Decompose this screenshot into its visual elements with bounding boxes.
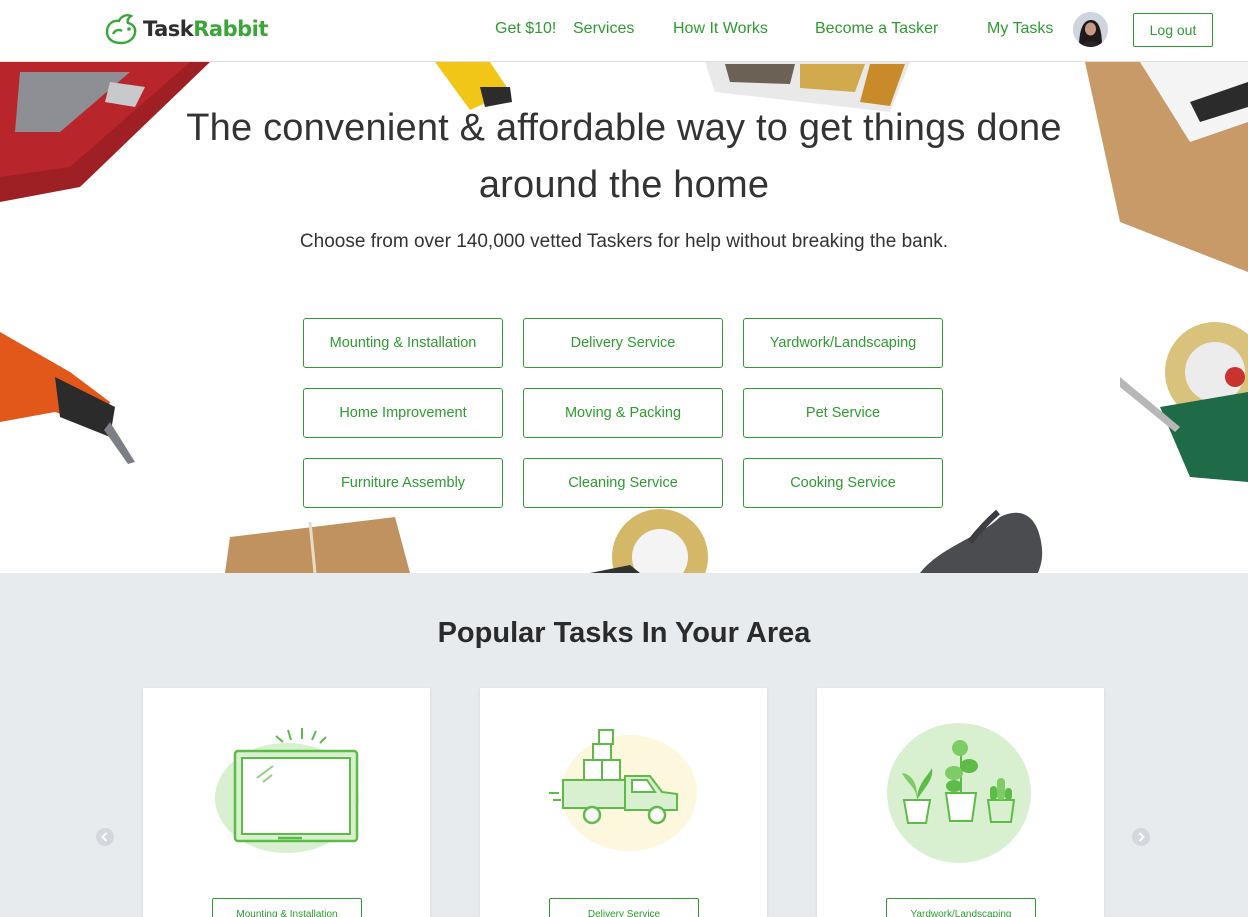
nav-become-a-tasker[interactable]: Become a Tasker xyxy=(815,20,938,38)
chevron-right-icon xyxy=(1138,832,1145,842)
category-yardwork-landscaping-button[interactable]: Yardwork/Landscaping xyxy=(743,318,943,368)
category-pet-service-button[interactable]: Pet Service xyxy=(743,388,943,438)
taskrabbit-logo[interactable]: TaskRabbit xyxy=(103,12,268,46)
logo-wordmark: TaskRabbit xyxy=(143,17,268,41)
task-card-yardwork-button[interactable]: Yardwork/Landscaping xyxy=(886,898,1036,917)
popular-tasks-section: Popular Tasks In Your Area Mounting & In… xyxy=(0,573,1248,917)
work-glove-image xyxy=(920,509,1043,573)
category-mounting-installation-button[interactable]: Mounting & Installation xyxy=(303,318,503,368)
popular-tasks-title: Popular Tasks In Your Area xyxy=(437,617,811,649)
carousel-next-button[interactable] xyxy=(1132,828,1150,846)
logout-button[interactable]: Log out xyxy=(1133,13,1213,47)
category-furniture-assembly-button[interactable]: Furniture Assembly xyxy=(303,458,503,508)
category-home-improvement-button[interactable]: Home Improvement xyxy=(303,388,503,438)
category-cleaning-service-button[interactable]: Cleaning Service xyxy=(523,458,723,508)
chevron-left-icon xyxy=(101,832,108,842)
tv-icon xyxy=(215,728,359,853)
task-card-mounting[interactable]: Mounting & Installation xyxy=(143,688,430,917)
power-drill-image xyxy=(0,332,135,464)
hero-subtitle: Choose from over 140,000 vetted Taskers … xyxy=(299,231,949,252)
package-image xyxy=(225,517,410,573)
nav-my-tasks[interactable]: My Tasks xyxy=(987,20,1053,38)
truck-icon xyxy=(549,729,697,851)
task-card-mounting-button[interactable]: Mounting & Installation xyxy=(212,898,362,917)
duct-tape-image xyxy=(590,509,708,573)
category-cooking-service-button[interactable]: Cooking Service xyxy=(743,458,943,508)
task-card-delivery-button[interactable]: Delivery Service xyxy=(549,898,699,917)
avatar-image xyxy=(1073,12,1108,47)
task-card-yardwork[interactable]: Yardwork/Landscaping xyxy=(817,688,1104,917)
tape-dispenser-image xyxy=(1120,322,1248,482)
nav-get-10-promo[interactable]: Get $10! xyxy=(495,20,556,38)
nav-how-it-works[interactable]: How It Works xyxy=(673,20,768,38)
plants-icon xyxy=(887,723,1031,863)
user-avatar[interactable] xyxy=(1073,12,1108,47)
hero-section: The convenient & affordable way to get t… xyxy=(0,62,1248,573)
hero-title: The convenient & affordable way to get t… xyxy=(186,107,1062,206)
task-card-delivery[interactable]: Delivery Service xyxy=(480,688,767,917)
category-delivery-service-button[interactable]: Delivery Service xyxy=(523,318,723,368)
category-moving-packing-button[interactable]: Moving & Packing xyxy=(523,388,723,438)
nav-services[interactable]: Services xyxy=(573,20,634,38)
top-nav-bar: TaskRabbit Get $10! Services How It Work… xyxy=(0,0,1248,62)
carousel-prev-button[interactable] xyxy=(96,828,114,846)
rabbit-logo-icon xyxy=(105,14,137,45)
